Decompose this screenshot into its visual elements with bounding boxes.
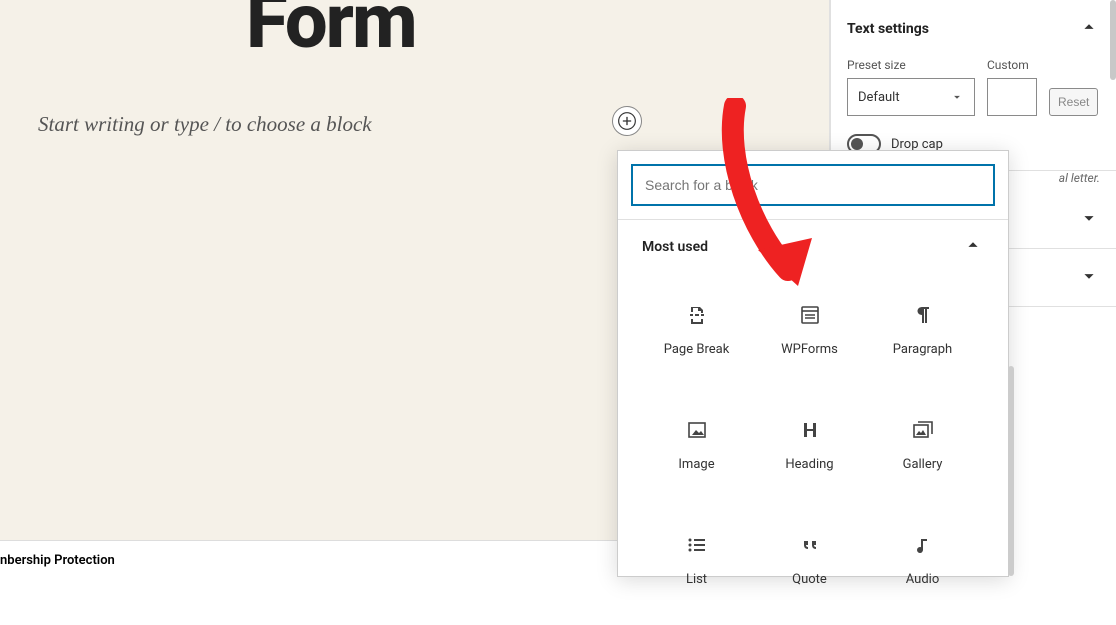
list-icon: [684, 532, 710, 558]
block-label: Quote: [792, 572, 827, 587]
block-search-input[interactable]: [632, 165, 994, 205]
block-picker-scrollbar[interactable]: [1008, 366, 1014, 576]
block-item-paragraph[interactable]: Paragraph: [866, 272, 979, 387]
page-title: Form: [246, 0, 416, 66]
quote-icon: [797, 532, 823, 558]
reset-button[interactable]: Reset: [1049, 88, 1098, 116]
block-item-quote[interactable]: Quote: [753, 502, 866, 617]
audio-icon: [910, 532, 936, 558]
block-section-header[interactable]: Most used: [618, 220, 1008, 266]
block-label: WPForms: [781, 342, 838, 357]
preset-size-select[interactable]: Default: [847, 78, 975, 116]
block-label: Image: [678, 457, 714, 472]
panel-title: Text settings: [847, 21, 929, 37]
block-label: Heading: [785, 457, 833, 472]
block-label: Audio: [906, 572, 939, 587]
paragraph-icon: [910, 302, 936, 328]
block-label: Paragraph: [893, 342, 952, 357]
block-item-gallery[interactable]: Gallery: [866, 387, 979, 502]
block-item-wpforms[interactable]: WPForms: [753, 272, 866, 387]
chevron-down-icon: [1078, 207, 1100, 233]
block-section-title: Most used: [642, 239, 708, 255]
block-item-image[interactable]: Image: [640, 387, 753, 502]
gallery-icon: [910, 417, 936, 443]
heading-icon: [797, 417, 823, 443]
panel-toggle[interactable]: Text settings: [831, 0, 1116, 58]
sidebar-scrollbar[interactable]: [1110, 0, 1116, 80]
text-settings-panel: Text settings Preset size Default Custom…: [831, 0, 1116, 171]
plus-circle-icon: [617, 111, 637, 131]
custom-size-input[interactable]: [987, 78, 1037, 116]
block-picker-popover: Most used Page Break WPForms: [617, 150, 1009, 577]
page-break-icon: [684, 302, 710, 328]
block-item-page-break[interactable]: Page Break: [640, 272, 753, 387]
image-icon: [684, 417, 710, 443]
wpforms-icon: [797, 302, 823, 328]
preset-size-label: Preset size: [847, 58, 975, 72]
add-block-button[interactable]: [612, 106, 642, 136]
chevron-down-icon: [950, 90, 964, 104]
chevron-up-icon: [1078, 16, 1100, 42]
block-label: Page Break: [664, 342, 730, 357]
block-item-heading[interactable]: Heading: [753, 387, 866, 502]
block-item-list[interactable]: List: [640, 502, 753, 617]
chevron-up-icon: [962, 234, 984, 260]
chevron-down-icon: [1078, 265, 1100, 291]
block-item-audio[interactable]: Audio: [866, 502, 979, 617]
preset-size-value: Default: [858, 90, 900, 105]
block-label: Gallery: [903, 457, 943, 472]
block-label: List: [686, 572, 707, 587]
custom-size-label: Custom: [987, 58, 1037, 72]
paragraph-placeholder[interactable]: Start writing or type / to choose a bloc…: [38, 112, 372, 137]
